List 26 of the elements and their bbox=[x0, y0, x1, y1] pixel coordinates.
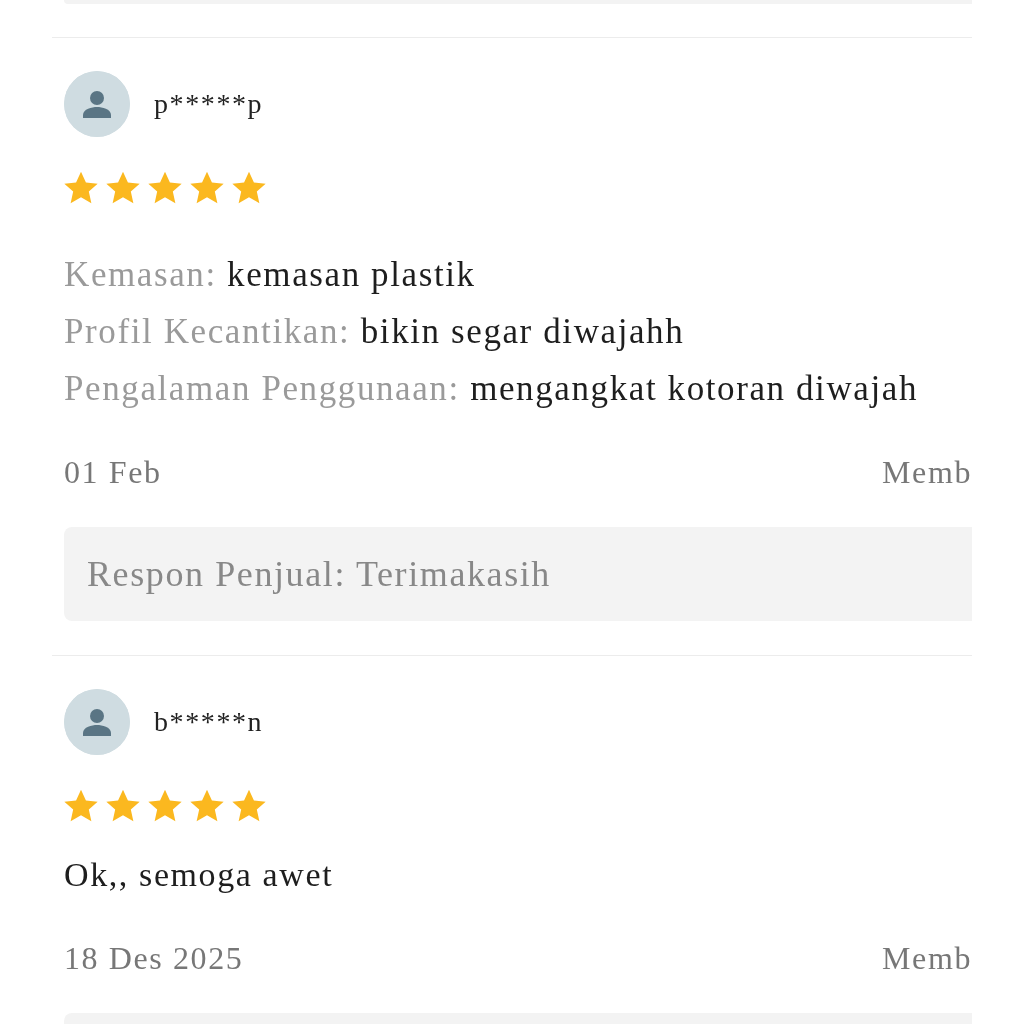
member-label: Memb bbox=[882, 939, 972, 978]
reviewer-name: b*****n bbox=[154, 706, 264, 738]
star-icon bbox=[148, 171, 182, 205]
attribute-label: Profil Kecantikan: bbox=[64, 312, 351, 351]
star-icon bbox=[64, 171, 98, 205]
star-icon bbox=[106, 789, 140, 823]
attribute-label: Kemasan: bbox=[64, 255, 217, 294]
star-icon bbox=[190, 789, 224, 823]
attribute-value: mengangkat kotoran diwajah bbox=[470, 369, 919, 408]
seller-response: Respon Penjual: Terimakasih bbox=[64, 527, 972, 621]
attribute-value: kemasan plastik bbox=[227, 255, 476, 294]
review-text: Ok,, semoga awet bbox=[64, 855, 335, 895]
avatar-icon bbox=[64, 689, 130, 755]
review-date: 01 Feb bbox=[64, 453, 162, 492]
reviewer-name: p*****p bbox=[154, 88, 264, 120]
attribute-value: bikin segar diwajahh bbox=[360, 312, 685, 351]
review-date: 18 Des 2025 bbox=[64, 939, 244, 978]
attribute-label: Pengalaman Penggunaan: bbox=[64, 369, 460, 408]
star-icon bbox=[232, 789, 266, 823]
avatar-icon bbox=[64, 71, 130, 137]
star-icon bbox=[64, 789, 98, 823]
star-icon bbox=[106, 171, 140, 205]
star-icon bbox=[232, 171, 266, 205]
star-icon bbox=[190, 171, 224, 205]
star-icon bbox=[148, 789, 182, 823]
member-label: Memb bbox=[882, 453, 972, 492]
